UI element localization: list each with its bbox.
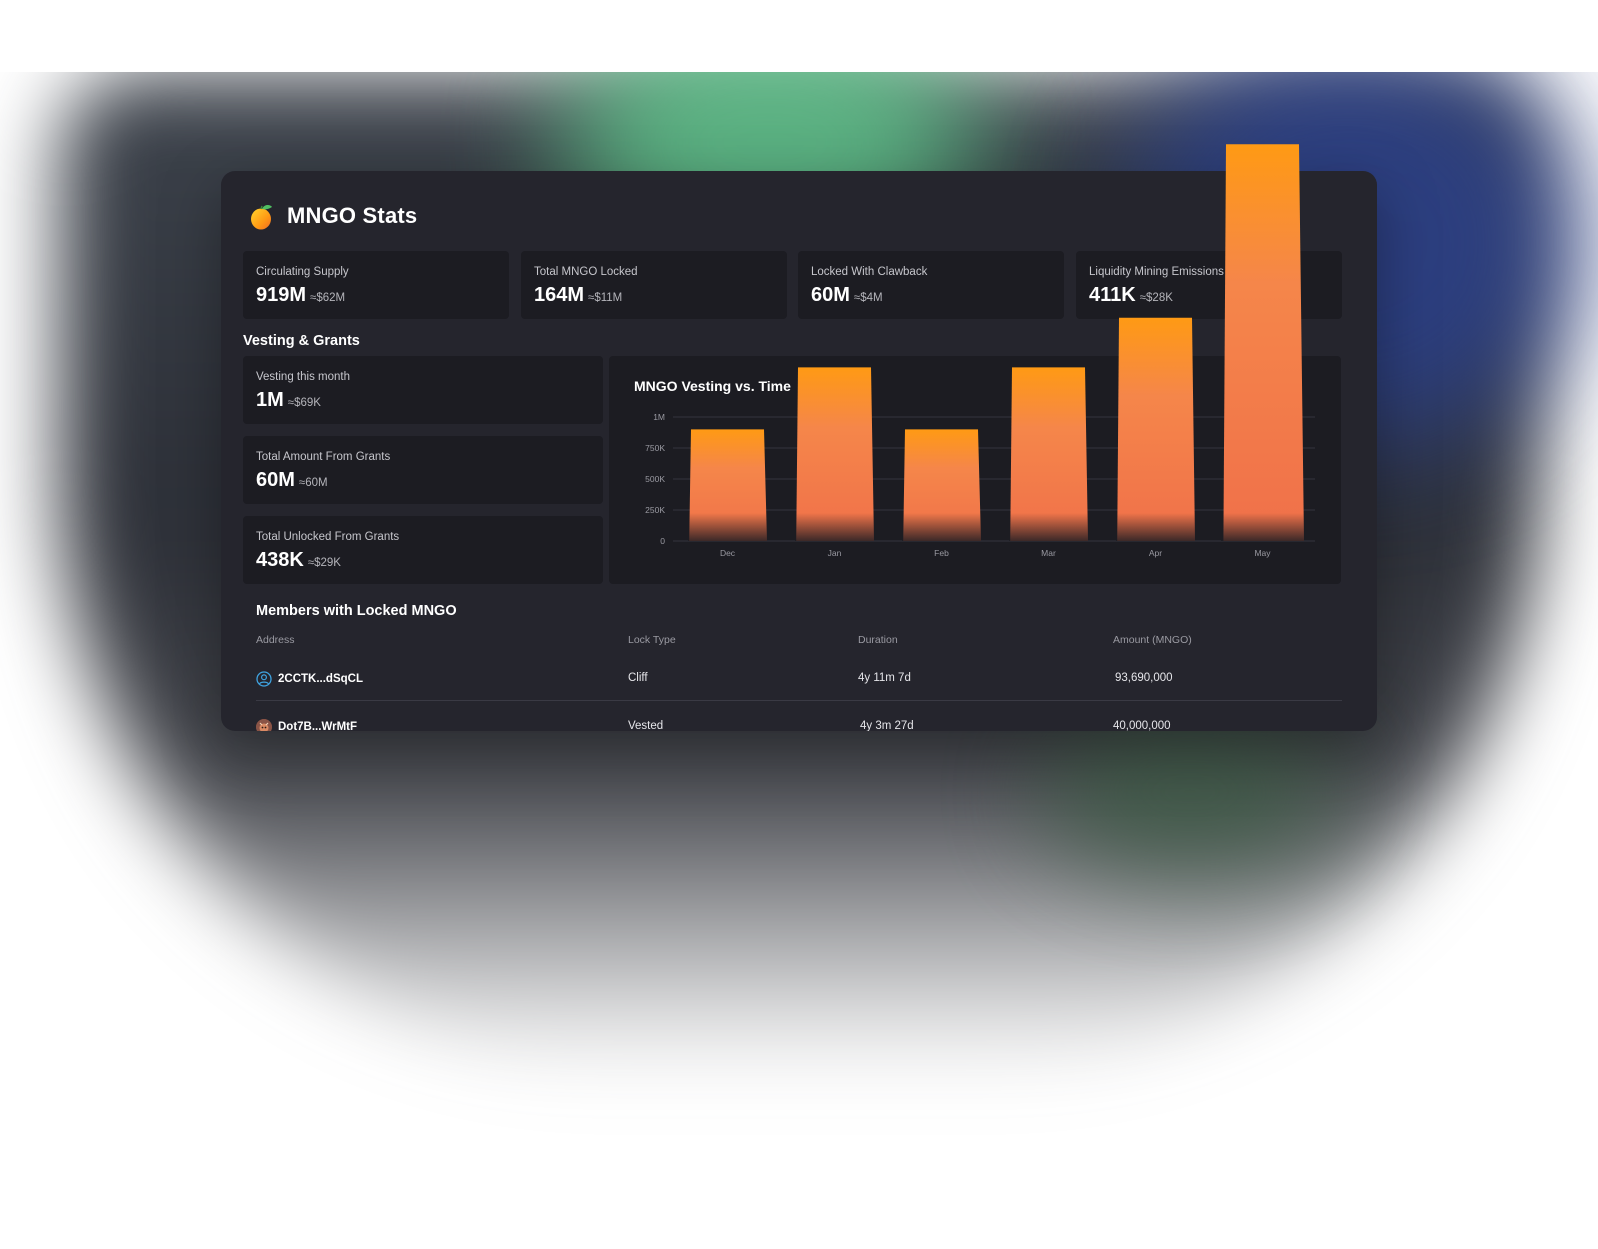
vesting-card-total-grants: Total Amount From Grants 60M ≈60M — [243, 436, 603, 504]
stat-approx-value: ≈$29K — [307, 557, 341, 569]
stat-value: 164M — [534, 284, 585, 306]
section-title-vesting: Vesting & Grants — [243, 333, 360, 349]
stat-label: Circulating Supply — [256, 266, 349, 278]
nft-avatar-icon — [256, 719, 272, 731]
address-cell[interactable]: 2CCTK...dSqCL — [256, 671, 363, 687]
stat-value-row: 60M ≈60M — [256, 469, 328, 492]
stat-approx-value: ≈$28K — [1139, 292, 1173, 304]
stat-card-locked-clawback: Locked With Clawback 60M ≈$4M — [798, 251, 1064, 319]
lock-type-cell: Cliff — [628, 672, 648, 684]
stat-value: 438K — [256, 549, 304, 571]
stat-value-row: 164M ≈$11M — [534, 284, 622, 307]
stat-approx-value: ≈$4M — [853, 292, 883, 304]
vesting-chart-panel: MNGO Vesting vs. Time — [609, 356, 1341, 584]
stat-value-row: 438K ≈$29K — [256, 549, 341, 572]
stat-card-circulating-supply: Circulating Supply 919M ≈$62M — [243, 251, 509, 319]
table-row[interactable]: Dot7B...WrMtF Vested 4y 3m 27d 40,000,00… — [256, 719, 1342, 731]
address-text: 2CCTK...dSqCL — [278, 673, 363, 685]
stat-approx-value: ≈$11M — [588, 292, 623, 304]
stat-card-total-locked: Total MNGO Locked 164M ≈$11M — [521, 251, 787, 319]
stat-card-liquidity-emissions: Liquidity Mining Emissions 411K ≈$28K — [1076, 251, 1342, 319]
chart-title: MNGO Vesting vs. Time — [634, 378, 791, 394]
amount-cell: 40,000,000 — [1113, 720, 1171, 731]
stat-value: 60M — [811, 284, 850, 306]
stat-value-row: 919M ≈$62M — [256, 284, 345, 307]
background-green-glow-low — [1040, 712, 1340, 872]
stat-value: 919M — [256, 284, 307, 306]
amount-cell: 93,690,000 — [1115, 672, 1173, 684]
duration-cell: 4y 3m 27d — [860, 720, 914, 731]
stat-label: Total Amount From Grants — [256, 451, 391, 463]
page-header: MNGO Stats — [247, 201, 417, 231]
stat-value: 1M — [256, 389, 284, 411]
stat-label: Liquidity Mining Emissions — [1089, 266, 1224, 278]
members-table-title: Members with Locked MNGO — [256, 603, 457, 619]
stat-label: Total MNGO Locked — [534, 266, 638, 278]
column-header-amount[interactable]: Amount (MNGO) — [1113, 634, 1192, 646]
column-header-duration[interactable]: Duration — [858, 634, 898, 646]
vesting-card-total-unlocked: Total Unlocked From Grants 438K ≈$29K — [243, 516, 603, 584]
table-row[interactable]: 2CCTK...dSqCL Cliff 4y 11m 7d 93,690,000 — [256, 671, 1342, 711]
stat-value-row: 1M ≈$69K — [256, 389, 321, 412]
mango-icon — [247, 201, 277, 231]
column-header-address[interactable]: Address — [256, 634, 295, 646]
stat-value-row: 411K ≈$28K — [1089, 284, 1173, 307]
stat-value: 60M — [256, 469, 295, 491]
dashboard-card: MNGO Stats Circulating Supply 919M ≈$62M… — [221, 171, 1377, 731]
lock-type-cell: Vested — [628, 720, 664, 731]
stat-label: Locked With Clawback — [811, 266, 928, 278]
stat-approx-value: ≈$62M — [310, 292, 346, 304]
row-divider — [256, 700, 1342, 701]
stat-approx-value: ≈$69K — [287, 397, 321, 409]
user-outline-icon — [256, 671, 272, 687]
stat-label: Total Unlocked From Grants — [256, 531, 400, 543]
stat-value-row: 60M ≈$4M — [811, 284, 883, 307]
vesting-card-this-month: Vesting this month 1M ≈$69K — [243, 356, 603, 424]
page-title: MNGO Stats — [287, 203, 418, 228]
stat-approx-value: ≈60M — [298, 477, 328, 489]
column-header-lock-type[interactable]: Lock Type — [628, 634, 676, 646]
stat-value: 411K — [1089, 284, 1136, 306]
address-text: Dot7B...WrMtF — [278, 721, 358, 731]
duration-cell: 4y 11m 7d — [858, 672, 911, 684]
address-cell[interactable]: Dot7B...WrMtF — [256, 719, 357, 731]
stat-label: Vesting this month — [256, 371, 350, 383]
